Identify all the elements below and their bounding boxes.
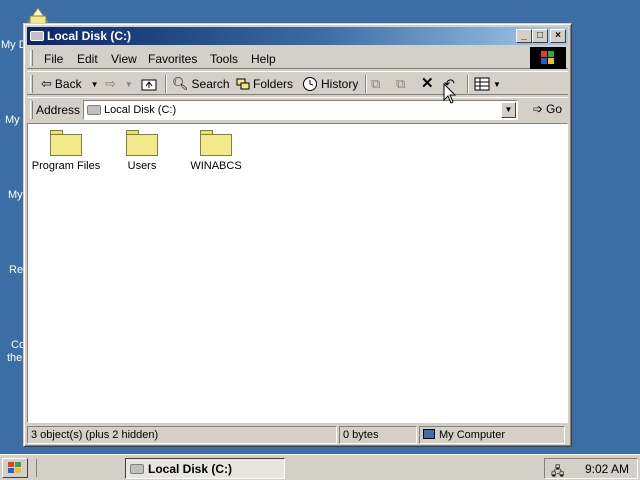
window-title: Local Disk (C:) xyxy=(47,29,132,43)
folder-label: WINABCS xyxy=(190,160,242,172)
menu-view[interactable]: View xyxy=(111,52,137,66)
address-label: Address xyxy=(36,103,81,117)
history-label: History xyxy=(321,77,359,91)
quick-launch-area xyxy=(36,459,116,477)
drive-icon xyxy=(130,463,144,474)
delete-x-icon: ✕ xyxy=(421,75,434,92)
go-arrow-icon: ➩ xyxy=(532,102,543,116)
menu-grip[interactable] xyxy=(30,50,33,66)
folder-icon xyxy=(200,130,232,156)
views-button[interactable]: ▼ xyxy=(474,74,501,94)
desktop-label-my-computer[interactable]: My xyxy=(5,114,20,126)
folder-item-program-files[interactable]: Program Files xyxy=(30,130,102,172)
folder-icon xyxy=(50,130,82,156)
desktop-label-connect-line2[interactable]: the xyxy=(7,352,22,364)
menu-tools[interactable]: Tools xyxy=(210,52,238,66)
forward-button[interactable]: ⇨ ▼ xyxy=(105,74,133,94)
folders-button[interactable]: Folders xyxy=(236,74,293,94)
delete-button[interactable]: ✕ xyxy=(421,74,434,94)
address-dropdown-button[interactable]: ▼ xyxy=(501,102,516,118)
toolbar-grip[interactable] xyxy=(30,75,33,93)
drive-icon xyxy=(30,31,44,41)
views-dropdown-icon: ▼ xyxy=(493,79,501,89)
menu-bar: File Edit View Favorites Tools Help xyxy=(27,47,568,69)
back-dropdown-icon[interactable]: ▼ xyxy=(91,80,99,89)
copy-to-button[interactable]: ⧉ xyxy=(396,74,405,94)
explorer-window: Local Disk (C:) _ □ × File Edit View Fav… xyxy=(23,23,572,447)
menu-edit[interactable]: Edit xyxy=(77,52,98,66)
windows-logo-icon xyxy=(530,47,566,69)
menu-file[interactable]: File xyxy=(44,52,63,66)
toolbar-separator xyxy=(467,75,469,93)
forward-dropdown-icon[interactable]: ▼ xyxy=(125,80,133,89)
clock[interactable]: 9:02 AM xyxy=(585,462,629,476)
copy-to-icon: ⧉ xyxy=(396,76,406,91)
file-list-pane[interactable]: Program Files Users WINABCS xyxy=(27,123,568,423)
desktop-label-recycle-bin[interactable]: Re xyxy=(9,264,23,276)
search-button[interactable]: 🔍︎ Search xyxy=(172,74,230,94)
address-grip[interactable] xyxy=(30,101,33,119)
system-tray: 🖧 9:02 AM xyxy=(544,458,638,479)
history-clock-icon xyxy=(303,77,317,91)
status-zone-label: My Computer xyxy=(439,429,506,441)
taskbar-button-local-disk[interactable]: Local Disk (C:) xyxy=(125,458,285,479)
status-size: 0 bytes xyxy=(339,426,417,444)
move-to-icon: ⧉ xyxy=(371,76,381,91)
go-button[interactable]: ➩ Go xyxy=(533,102,562,116)
taskbar-button-label: Local Disk (C:) xyxy=(148,461,233,476)
maximize-button[interactable]: □ xyxy=(532,29,548,43)
move-to-button[interactable]: ⧉ xyxy=(371,74,380,94)
taskbar: Local Disk (C:) 🖧 9:02 AM xyxy=(0,454,640,480)
folders-icon xyxy=(236,78,250,90)
folder-item-users[interactable]: Users xyxy=(106,130,178,172)
menu-help[interactable]: Help xyxy=(251,52,276,66)
address-value: Local Disk (C:) xyxy=(104,104,177,116)
up-folder-icon xyxy=(141,79,157,91)
drive-icon xyxy=(87,105,101,115)
menu-favorites[interactable]: Favorites xyxy=(148,52,197,66)
views-icon xyxy=(474,77,490,91)
search-label: Search xyxy=(191,77,230,91)
up-button[interactable] xyxy=(141,74,157,94)
network-tray-icon[interactable]: 🖧 xyxy=(551,462,564,480)
my-computer-icon xyxy=(423,429,435,439)
windows-flag-icon xyxy=(8,462,22,474)
status-objects: 3 object(s) (plus 2 hidden) xyxy=(27,426,337,444)
status-bar: 3 object(s) (plus 2 hidden) 0 bytes My C… xyxy=(27,425,568,444)
desktop-label-my-network[interactable]: My xyxy=(8,189,23,201)
toolbar-separator xyxy=(165,75,167,93)
search-icon: 🔍︎ xyxy=(172,76,189,91)
folder-label: Program Files xyxy=(31,160,101,172)
back-label: Back xyxy=(54,77,82,91)
toolbar-separator xyxy=(365,75,367,93)
standard-toolbar: ⇦ Back ▼ ⇨ ▼ 🔍︎ Search Folders History ⧉… xyxy=(27,71,568,95)
forward-arrow-icon: ⇨ xyxy=(105,76,116,91)
close-button[interactable]: × xyxy=(550,29,566,43)
mouse-pointer-icon xyxy=(443,83,457,104)
minimize-button[interactable]: _ xyxy=(516,29,532,43)
title-bar[interactable]: Local Disk (C:) _ □ × xyxy=(27,27,568,45)
folders-label: Folders xyxy=(253,77,294,91)
status-zone: My Computer xyxy=(419,426,565,444)
folder-icon xyxy=(126,130,158,156)
back-button[interactable]: ⇦ Back ▼ xyxy=(41,74,99,94)
history-button[interactable]: History xyxy=(302,74,358,94)
go-label: Go xyxy=(545,102,562,116)
back-arrow-icon: ⇦ xyxy=(41,76,52,91)
folder-item-winabcs[interactable]: WINABCS xyxy=(180,130,252,172)
address-bar: Address Local Disk (C:) ▼ ➩ Go xyxy=(27,97,568,121)
start-button[interactable] xyxy=(2,458,28,478)
folder-label: Users xyxy=(127,160,157,172)
